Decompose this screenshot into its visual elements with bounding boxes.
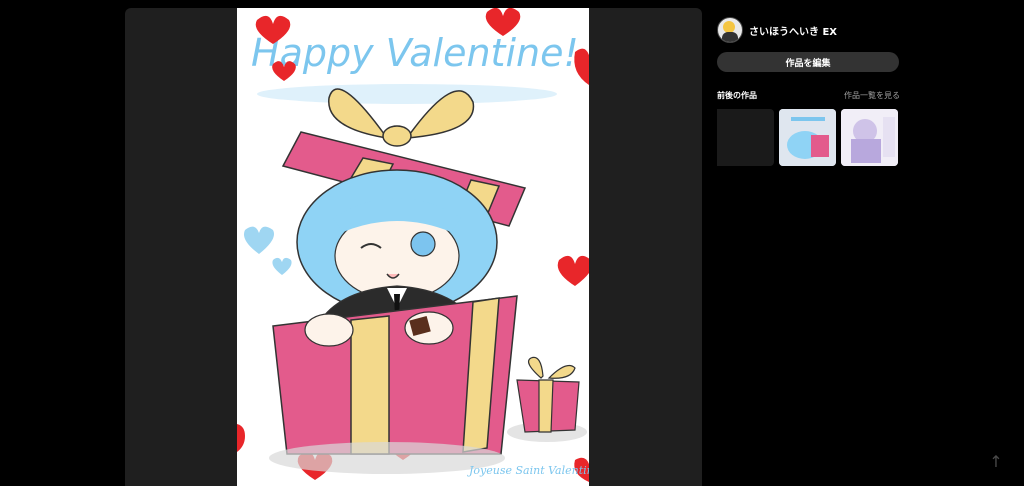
- related-works-title: 前後の作品: [717, 91, 757, 100]
- avatar[interactable]: [717, 17, 743, 43]
- related-works-header: 前後の作品 作品一覧を見る: [717, 90, 900, 101]
- edit-work-button[interactable]: 作品を編集: [717, 52, 899, 72]
- view-all-works-link[interactable]: 作品一覧を見る: [844, 90, 900, 101]
- artwork-signature: Joyeuse Saint Valentin: [467, 464, 589, 477]
- artwork-viewer: Happy Valentine! Joyeuse Saint Valentin: [125, 8, 702, 486]
- artwork-image[interactable]: Happy Valentine! Joyeuse Saint Valentin: [237, 8, 589, 486]
- username[interactable]: さいほうへいき EX: [749, 23, 837, 38]
- thumbnail-previous[interactable]: [717, 109, 774, 166]
- thumbnail-current[interactable]: [779, 109, 836, 166]
- valentine-illustration: Happy Valentine! Joyeuse Saint Valentin: [237, 8, 589, 482]
- sidebar: さいほうへいき EX 作品を編集 前後の作品 作品一覧を見る: [717, 16, 900, 166]
- artwork-title-text: Happy Valentine!: [251, 31, 579, 75]
- arrow-up-icon[interactable]: ↑: [987, 453, 1005, 471]
- user-profile[interactable]: さいほうへいき EX: [717, 16, 900, 44]
- thumbnail-next[interactable]: [841, 109, 898, 166]
- related-thumbnails: [717, 109, 900, 166]
